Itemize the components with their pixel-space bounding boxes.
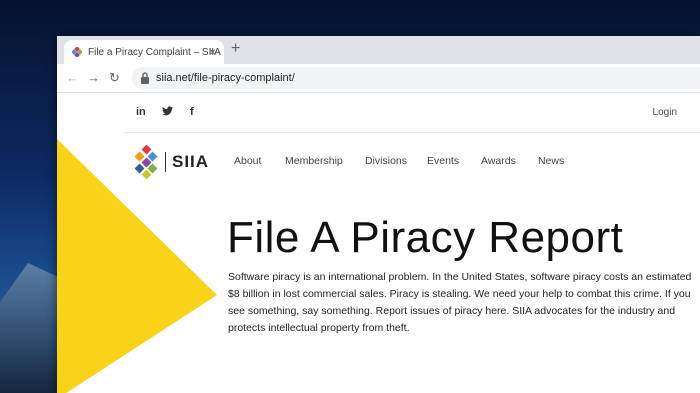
lock-icon	[141, 72, 149, 84]
nav-about[interactable]: About	[234, 155, 261, 167]
plus-icon[interactable]: +	[231, 40, 240, 58]
utility-bar: in f Login	[124, 93, 700, 133]
nav-divisions[interactable]: Divisions	[365, 155, 407, 167]
nav-events[interactable]: Events	[427, 155, 459, 167]
address-bar[interactable]: siia.net/file-piracy-complaint/	[132, 67, 700, 89]
browser-tab[interactable]: File a Piracy Complaint – SIIA ×	[64, 40, 224, 64]
siia-logo[interactable]: SIIA	[133, 145, 209, 179]
nav-membership[interactable]: Membership	[285, 155, 343, 167]
nav-awards[interactable]: Awards	[481, 155, 516, 167]
intro-paragraph: Software piracy is an international prob…	[228, 271, 692, 334]
forward-arrow-icon[interactable]: →	[87, 70, 100, 85]
linkedin-icon[interactable]: in	[136, 106, 146, 118]
reload-icon[interactable]: ↻	[109, 70, 120, 86]
facebook-icon[interactable]: f	[190, 106, 194, 118]
tab-title: File a Piracy Complaint – SIIA	[88, 46, 221, 58]
url-text: siia.net/file-piracy-complaint/	[156, 72, 295, 84]
web-page: in f Login SIIA About Membership Divisio…	[57, 93, 700, 393]
browser-toolbar: ← → ↻ siia.net/file-piracy-complaint/	[57, 64, 700, 93]
logo-text: SIIA	[165, 152, 209, 172]
nav-news[interactable]: News	[538, 155, 564, 167]
siia-favicon-icon	[72, 47, 82, 57]
close-icon[interactable]: ×	[209, 45, 216, 59]
twitter-icon[interactable]	[162, 106, 173, 119]
browser-window: File a Piracy Complaint – SIIA × + ← → ↻…	[57, 36, 700, 393]
login-link[interactable]: Login	[653, 107, 677, 118]
siia-logo-icon	[134, 145, 158, 179]
back-arrow-icon[interactable]: ←	[66, 70, 79, 85]
tab-strip: File a Piracy Complaint – SIIA × +	[57, 36, 700, 64]
page-title: File A Piracy Report	[227, 213, 624, 262]
